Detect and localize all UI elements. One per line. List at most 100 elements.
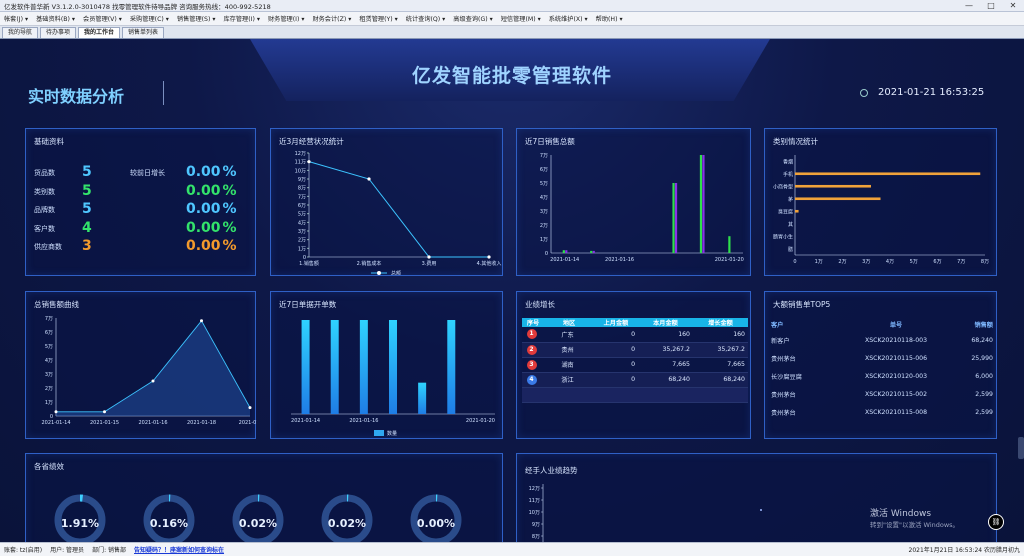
table-row[interactable]: 2 贵州 0 35,267.2 35,267.2: [522, 342, 748, 358]
stat-growth-pct: 0.00%: [186, 220, 237, 236]
cell-inc: 160: [693, 327, 748, 343]
cell-this: 35,267.2: [638, 342, 693, 358]
menu-item[interactable]: 短信管理(M) ▾: [497, 14, 545, 23]
tick-label: 4万: [886, 259, 894, 265]
bar: [301, 320, 310, 414]
panel-title: 业绩增长: [525, 300, 555, 309]
data-point: [367, 177, 371, 181]
menu-item[interactable]: 财务会计(Z) ▾: [308, 14, 355, 23]
tick-label: 2021-01-14: [291, 418, 320, 424]
panel-title: 各省绩效: [34, 462, 64, 471]
tick-label: 3万: [540, 209, 548, 215]
tab-sales-list[interactable]: 销售单列表: [122, 27, 165, 38]
pct-sign: %: [222, 219, 237, 236]
tick-label: 1万: [540, 237, 548, 243]
menu-item[interactable]: 销售管理(S) ▾: [173, 14, 220, 23]
tick-label: 2021-01-14: [41, 420, 70, 426]
cell-amount: 6,000: [975, 372, 993, 380]
maximize-button[interactable]: □: [980, 0, 1002, 12]
tick-label: 8万: [532, 534, 540, 540]
ring-percent: 1.91%: [60, 517, 100, 530]
cell-amount: 2,599: [975, 408, 993, 416]
category-label: 茅: [788, 196, 793, 203]
tick-label: 2021-01-14: [550, 257, 579, 263]
link-icon[interactable]: ⛓: [988, 514, 1004, 530]
legend-label: 总额: [391, 270, 401, 275]
rank-badge: 4: [526, 374, 537, 385]
tick-label: 4万: [540, 195, 548, 201]
stat-label: 品牌数: [34, 206, 55, 214]
menu-bar: 帐套(J) ▾ 基础资料(B) ▾ 会员管理(V) ▾ 采购管理(C) ▾ 销售…: [0, 12, 1024, 26]
status-datetime: 2021年1月21日 16:53:24 农历腊月初九: [908, 547, 1020, 554]
tick-label: 2021-01-16: [605, 257, 634, 263]
app-title: 亿发智能批零管理软件: [411, 65, 612, 87]
stat-growth-pct: 0.00%: [186, 238, 237, 254]
table-row[interactable]: 1 广东 0 160 160: [522, 327, 748, 343]
col-header: 单号: [889, 322, 903, 329]
cell-order: XSCK20210115-008: [864, 408, 928, 416]
tick-label: 1万: [298, 246, 306, 252]
menu-item[interactable]: 高级查询(G) ▾: [449, 14, 496, 23]
stat-growth-pct: 0.00%: [186, 183, 237, 199]
sales-area-chart: 01万2万3万4万5万6万7万2021-01-14 2021-01-15 2021-…: [41, 316, 257, 426]
pct-sign: %: [222, 201, 237, 217]
close-button[interactable]: ✕: [1002, 0, 1024, 12]
bar: [565, 250, 568, 253]
menu-item[interactable]: 帐套(J) ▾: [0, 14, 32, 23]
table-row[interactable]: 贵州茅台 XSCK20210115-002 2,599: [771, 385, 993, 403]
menu-item[interactable]: 基础资料(B) ▾: [32, 14, 79, 23]
tab-workbench[interactable]: 我的工作台: [78, 27, 121, 38]
table-row[interactable]: 长沙腐豆腐 XSCK20210120-003 6,000: [771, 367, 993, 385]
cell-customer: 贵州茅台: [771, 409, 796, 417]
col-header: 本月金额: [638, 318, 693, 327]
category-label: 臭豆腐: [778, 208, 793, 215]
ring-percent: 0.00%: [416, 517, 456, 530]
bar: [562, 250, 565, 253]
menu-item[interactable]: 租赁管理(Y) ▾: [355, 14, 401, 23]
legend-swatch: [374, 430, 384, 436]
panel-title: 基础资料: [34, 137, 64, 146]
legend-marker: [377, 271, 381, 275]
tick-label: 0: [793, 259, 796, 265]
tick-label: 10万: [295, 168, 306, 174]
table-row[interactable]: 新客户 XSCK20210118-003 68,240: [771, 331, 993, 349]
table-row[interactable]: 3 湖南 0 7,665 7,665: [522, 357, 748, 373]
cell-order: XSCK20210115-006: [864, 354, 928, 362]
tick-label: 11万: [295, 160, 306, 166]
menu-item[interactable]: 系统维护(X) ▾: [545, 14, 592, 23]
data-point: [54, 410, 58, 414]
panel-title: 近3月经营状况统计: [279, 137, 344, 146]
cell-last: 0: [594, 327, 638, 343]
status-link[interactable]: 告知疑码？！座案新如何查询标在: [130, 545, 228, 554]
tick-label: 9万: [298, 177, 306, 183]
tick-label: 9万: [532, 522, 540, 528]
minimize-button[interactable]: —: [958, 0, 980, 12]
menu-item[interactable]: 采购管理(C) ▾: [126, 14, 173, 23]
table-row[interactable]: 4 浙江 0 68,240 68,240: [522, 372, 748, 388]
tick-label: 3万: [45, 372, 53, 378]
menu-item[interactable]: 帮助(H) ▾: [592, 14, 627, 23]
tick-label: 6万: [933, 259, 941, 265]
menu-item[interactable]: 会员管理(V) ▾: [79, 14, 126, 23]
stat-label: 客户数: [34, 224, 55, 233]
col-header: 销售额: [974, 322, 993, 329]
watermark-line2: 转到"设置"以激活 Windows。: [870, 521, 960, 529]
bar: [330, 320, 339, 414]
table-row[interactable]: 贵州茅台 XSCK20210115-006 25,990: [771, 349, 993, 367]
cell-region: 广东: [544, 327, 594, 343]
menu-item[interactable]: 统计查询(Q) ▾: [402, 14, 450, 23]
tab-navigation[interactable]: 我的导航: [2, 27, 39, 38]
rank-badge: 2: [526, 344, 537, 355]
tick-label: 2021-01-20: [466, 418, 495, 424]
sales-curve-panel: 总销售额曲线 0 1万 2万 3万 4万 5万 6万 7万 2021-01-14 2021-01-…: [25, 291, 257, 439]
pct-sign: %: [222, 238, 237, 254]
bar: [699, 155, 703, 253]
table-row[interactable]: 贵州茅台 XSCK20210115-008 2,599: [771, 403, 993, 421]
side-handle[interactable]: [1018, 437, 1024, 459]
ring-percent: 0.02%: [238, 517, 278, 530]
menu-item[interactable]: 财务管理(I) ▾: [264, 14, 308, 23]
cell-customer: 贵州茅台: [771, 391, 796, 399]
tab-todo[interactable]: 待办事项: [40, 27, 77, 38]
menu-item[interactable]: 库存管理(I) ▾: [219, 14, 263, 23]
panel-title: 近7日销售总额: [525, 137, 575, 146]
